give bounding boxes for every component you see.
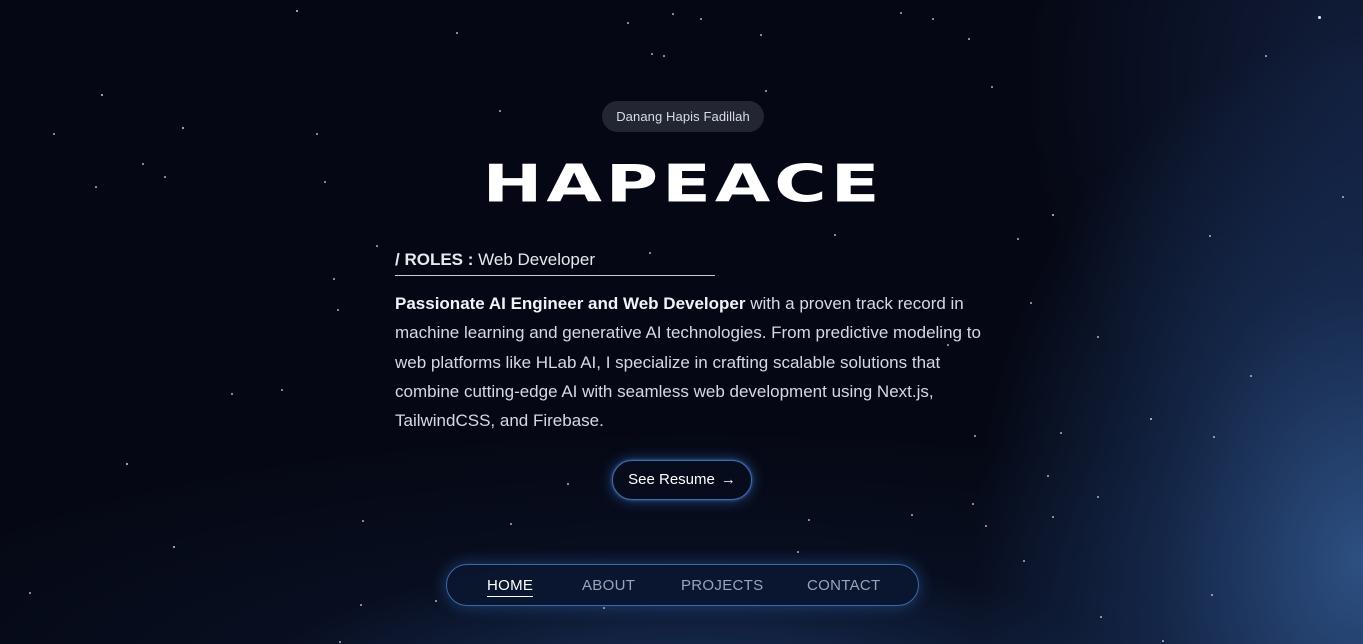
role-value: Web Developer [478,250,595,269]
see-resume-label: See Resume [628,471,715,488]
bottom-navigation: HOME ABOUT PROJECTS CONTACT [446,564,919,606]
hero-page: Danang Hapis Fadillah HAPEACE / ROLES : … [0,0,1363,644]
bio-lead: Passionate AI Engineer and Web Developer [395,294,746,313]
nav-item-projects[interactable]: PROJECTS [681,576,763,596]
bio-paragraph: Passionate AI Engineer and Web Developer… [395,289,985,435]
brand-title: HAPEACE [482,154,884,215]
roles-label: / ROLES : [395,250,474,269]
nav-item-about[interactable]: ABOUT [582,576,635,596]
bio-body: with a proven track record in machine le… [395,294,981,431]
see-resume-button[interactable]: See Resume → [612,460,752,500]
owner-name-badge: Danang Hapis Fadillah [602,101,764,132]
nav-item-home[interactable]: HOME [487,576,534,597]
roles-line: / ROLES : Web Developer [395,247,715,276]
nav-item-contact[interactable]: CONTACT [807,576,880,596]
arrow-right-icon: → [720,471,736,488]
